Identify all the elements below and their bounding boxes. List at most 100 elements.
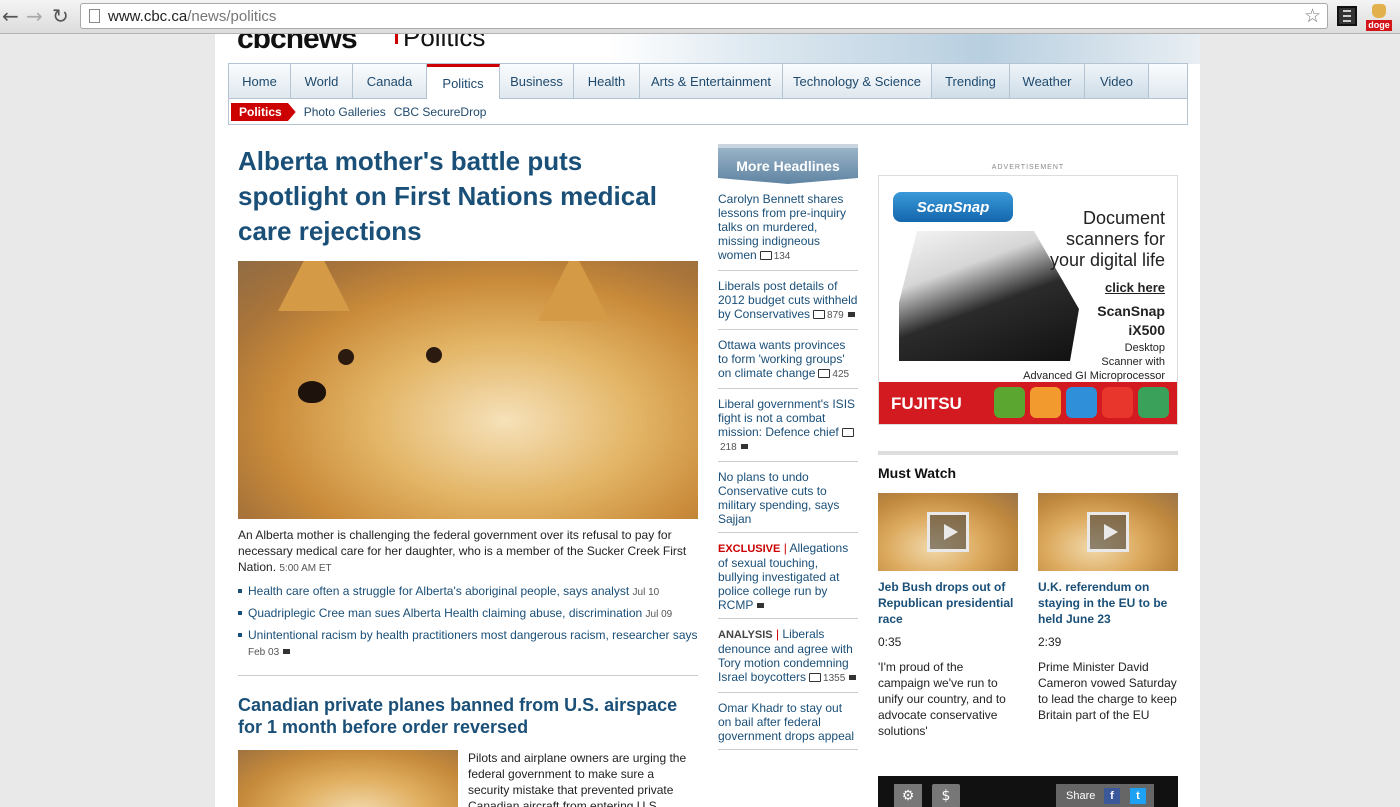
film-extension-icon[interactable] — [1337, 6, 1357, 26]
browser-toolbar: ← → ↻ www.cbc.ca/news/politics ☆ doge — [0, 0, 1400, 34]
main-column: Alberta mother's battle puts spotlight o… — [238, 144, 698, 807]
twitter-icon[interactable]: t — [1130, 788, 1146, 804]
headline-tag: EXCLUSIVE — [718, 543, 781, 555]
nav-tab-health[interactable]: Health — [574, 64, 640, 98]
comment-count: 879 — [827, 310, 844, 321]
app-icon — [994, 387, 1025, 418]
must-watch-rule — [878, 451, 1178, 455]
video-player-bar: ⚙ $ Share f t — [878, 776, 1178, 807]
video-duration: 2:39 — [1038, 635, 1062, 649]
second-story-image[interactable] — [238, 750, 458, 807]
nav-tab-weather[interactable]: Weather — [1010, 64, 1085, 98]
video-description: 'I'm proud of the campaign we've run to … — [878, 660, 1006, 738]
headline-text[interactable]: No plans to undo Conservative cuts to mi… — [718, 470, 839, 526]
ad-click-here-link[interactable]: click here — [1105, 280, 1165, 295]
comment-count: 1355 — [823, 673, 846, 684]
nav-tab-video[interactable]: Video — [1085, 64, 1149, 98]
doge-nose — [298, 381, 326, 403]
related-link[interactable]: Health care often a struggle for Alberta… — [238, 583, 698, 601]
right-column: ADVERTISEMENT ScanSnap Document scanners … — [878, 144, 1178, 807]
headline-item[interactable]: No plans to undo Conservative cuts to mi… — [718, 462, 858, 533]
nav-tab-canada[interactable]: Canada — [353, 64, 427, 98]
play-icon[interactable] — [927, 512, 969, 552]
nav-tab-business[interactable]: Business — [500, 64, 574, 98]
cbc-page: cbcnews Politics Home World Canada Politics… — [215, 34, 1200, 807]
headline-text[interactable]: Omar Khadr to stay out on bail after fed… — [718, 701, 854, 743]
nav-tab-world[interactable]: World — [291, 64, 353, 98]
video-thumbnail[interactable] — [878, 493, 1018, 571]
doge-extension-icon[interactable]: doge — [1366, 2, 1392, 31]
lead-image[interactable] — [238, 261, 698, 519]
url-text[interactable]: www.cbc.ca/news/politics — [108, 8, 276, 25]
forward-arrow-icon[interactable]: → — [26, 5, 43, 27]
nav-tab-home[interactable]: Home — [229, 64, 291, 98]
doge-eye-right — [426, 347, 442, 363]
subnav-photo-galleries[interactable]: Photo Galleries — [304, 105, 386, 119]
comment-bubble-icon — [818, 369, 831, 379]
ad-model-name: ScanSnap iX500 — [1097, 303, 1165, 338]
must-watch-grid: Jeb Bush drops out of Republican preside… — [878, 493, 1178, 739]
ad-description: Desktop Scanner with Advanced GI Microproc… — [1023, 342, 1165, 382]
video-headline[interactable]: Jeb Bush drops out of Republican preside… — [878, 579, 1018, 627]
related-link[interactable]: Unintentional racism by health practitio… — [238, 627, 698, 661]
back-arrow-icon[interactable]: ← — [2, 5, 19, 27]
subnav-securedrop[interactable]: CBC SecureDrop — [394, 105, 487, 119]
ad-footer-bar: FUJITSU — [879, 382, 1177, 424]
comment-count: 425 — [832, 369, 850, 380]
must-watch-title: Must Watch — [878, 465, 957, 481]
second-story: Pilots and airplane owners are urging th… — [238, 750, 698, 807]
masthead-separator — [395, 34, 398, 44]
related-link[interactable]: Quadriplegic Cree man sues Alberta Healt… — [238, 605, 698, 623]
headline-item[interactable]: EXCLUSIVE | Allegations of sexual touchi… — [718, 533, 858, 619]
story-divider — [238, 675, 698, 676]
comment-bubble-icon — [759, 251, 772, 261]
gear-icon[interactable]: ⚙ — [894, 784, 922, 807]
masthead: cbcnews Politics — [215, 34, 1200, 64]
more-headlines-column: More Headlines Carolyn Bennett shares le… — [718, 144, 858, 750]
nav-tab-trending[interactable]: Trending — [932, 64, 1010, 98]
advertisement-label: ADVERTISEMENT — [991, 164, 1065, 171]
doge-ear-right — [538, 261, 610, 321]
cbc-news-logo[interactable]: cbcnews — [237, 34, 358, 56]
page-icon — [89, 9, 100, 23]
share-button[interactable]: Share f t — [1056, 784, 1154, 807]
nav-tab-politics[interactable]: Politics — [427, 64, 500, 99]
dollar-icon[interactable]: $ — [932, 784, 960, 807]
headline-item[interactable]: Ottawa wants provinces to form 'working … — [718, 330, 858, 389]
nav-tab-arts-entertainment[interactable]: Arts & Entertainment — [640, 64, 783, 98]
fujitsu-logo: FUJITSU — [891, 394, 962, 413]
bookmark-star-icon[interactable]: ☆ — [1304, 5, 1321, 27]
nav-tabs: Home World Canada Politics Business Health Art… — [229, 64, 1187, 99]
comment-count: 218 — [720, 442, 737, 453]
doge-extension-label: doge — [1366, 20, 1392, 31]
headline-item[interactable]: ANALYSIS | Liberals denounce and agree w… — [718, 619, 858, 693]
headline-item[interactable]: Omar Khadr to stay out on bail after fed… — [718, 693, 858, 750]
app-icon — [1030, 387, 1061, 418]
reload-icon[interactable]: ↻ — [52, 5, 69, 27]
sub-navigation: Politics Photo Galleries CBC SecureDrop — [229, 102, 1187, 122]
second-headline[interactable]: Canadian private planes banned from U.S.… — [238, 694, 698, 738]
video-description: Prime Minister David Cameron vowed Satur… — [1038, 660, 1177, 722]
headline-item[interactable]: Carolyn Bennett shares lessons from pre-… — [718, 184, 858, 271]
scansnap-ad[interactable]: ScanSnap Document scanners for your digita… — [878, 175, 1178, 425]
play-icon[interactable] — [1087, 512, 1129, 552]
facebook-icon[interactable]: f — [1104, 788, 1120, 804]
app-icon — [1066, 387, 1097, 418]
video-thumbnail[interactable] — [1038, 493, 1178, 571]
video-headline[interactable]: U.K. referendum on staying in the EU to … — [1038, 579, 1178, 627]
video-duration: 0:35 — [878, 635, 902, 649]
app-icon — [1102, 387, 1133, 418]
headline-item[interactable]: Liberal government's ISIS fight is not a… — [718, 389, 858, 462]
headline-text[interactable]: Liberal government's ISIS fight is not a… — [718, 397, 855, 439]
doge-eye-left — [338, 349, 354, 365]
must-watch-item: U.K. referendum on staying in the EU to … — [1038, 493, 1178, 739]
address-bar[interactable]: www.cbc.ca/news/politics ☆ — [80, 3, 1328, 29]
lead-headline[interactable]: Alberta mother's battle puts spotlight o… — [238, 144, 698, 249]
subnav-politics-pill[interactable]: Politics — [231, 103, 296, 121]
lead-summary-time: 5:00 AM ET — [279, 563, 332, 574]
comment-count: 134 — [773, 251, 791, 262]
lead-summary: An Alberta mother is challenging the fed… — [238, 528, 687, 574]
headline-item[interactable]: Liberals post details of 2012 budget cut… — [718, 271, 858, 330]
nav-tab-technology-science[interactable]: Technology & Science — [783, 64, 932, 98]
ad-app-icons — [994, 387, 1169, 418]
